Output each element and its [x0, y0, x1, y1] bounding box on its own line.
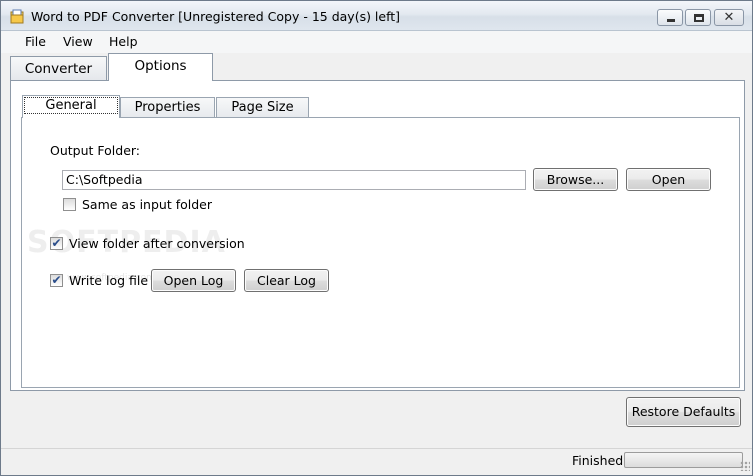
subtab-page-size[interactable]: Page Size — [216, 97, 309, 118]
same-as-input-checkbox[interactable] — [63, 198, 76, 211]
output-folder-label: Output Folder: — [50, 143, 141, 158]
maximize-button[interactable] — [685, 9, 711, 26]
check-icon: ✔ — [51, 236, 62, 250]
subtab-general[interactable]: General — [22, 95, 120, 118]
menu-help[interactable]: Help — [109, 34, 138, 49]
close-icon: ✕ — [723, 10, 735, 25]
restore-defaults-button[interactable]: Restore Defaults — [626, 397, 741, 427]
write-log-checkbox[interactable]: ✔ — [50, 273, 63, 287]
open-log-button-label: Open Log — [163, 273, 224, 288]
menu-view[interactable]: View — [63, 34, 93, 49]
check-icon: ✔ — [51, 273, 62, 287]
browse-button[interactable]: Browse... — [533, 168, 618, 191]
tab-converter[interactable]: Converter — [10, 56, 107, 81]
subtab-properties[interactable]: Properties — [120, 97, 215, 118]
maximize-icon — [694, 14, 704, 22]
open-folder-button[interactable]: Open — [626, 168, 711, 191]
clear-log-button[interactable]: Clear Log — [244, 269, 329, 292]
output-folder-input[interactable]: C:\Softpedia — [62, 170, 526, 190]
clear-log-button-label: Clear Log — [257, 273, 316, 288]
window-title: Word to PDF Converter [Unregistered Copy… — [31, 9, 401, 24]
minimize-icon — [667, 19, 675, 22]
menu-bar: File View Help — [1, 31, 752, 53]
minimize-button[interactable] — [657, 9, 683, 26]
app-window: Word to PDF Converter [Unregistered Copy… — [0, 0, 753, 476]
view-after-conversion-checkbox[interactable]: ✔ — [50, 236, 63, 250]
status-bar: Finished — [1, 448, 752, 475]
view-after-conversion-label: View folder after conversion — [69, 236, 245, 251]
progress-bar — [624, 452, 743, 468]
subtab-general-label: General — [24, 97, 118, 114]
browse-button-label: Browse... — [546, 172, 605, 187]
tab-options[interactable]: Options — [108, 53, 213, 81]
write-log-label: Write log file — [69, 273, 149, 288]
same-as-input-label: Same as input folder — [82, 197, 212, 212]
status-text: Finished — [572, 453, 624, 468]
open-folder-button-label: Open — [651, 172, 686, 187]
title-bar[interactable]: Word to PDF Converter [Unregistered Copy… — [1, 1, 752, 31]
open-log-button[interactable]: Open Log — [151, 269, 236, 292]
restore-defaults-button-label: Restore Defaults — [631, 404, 736, 419]
app-icon — [10, 9, 24, 24]
close-button[interactable]: ✕ — [714, 9, 744, 26]
menu-file[interactable]: File — [25, 34, 46, 49]
resize-grip-icon[interactable] — [740, 461, 750, 471]
